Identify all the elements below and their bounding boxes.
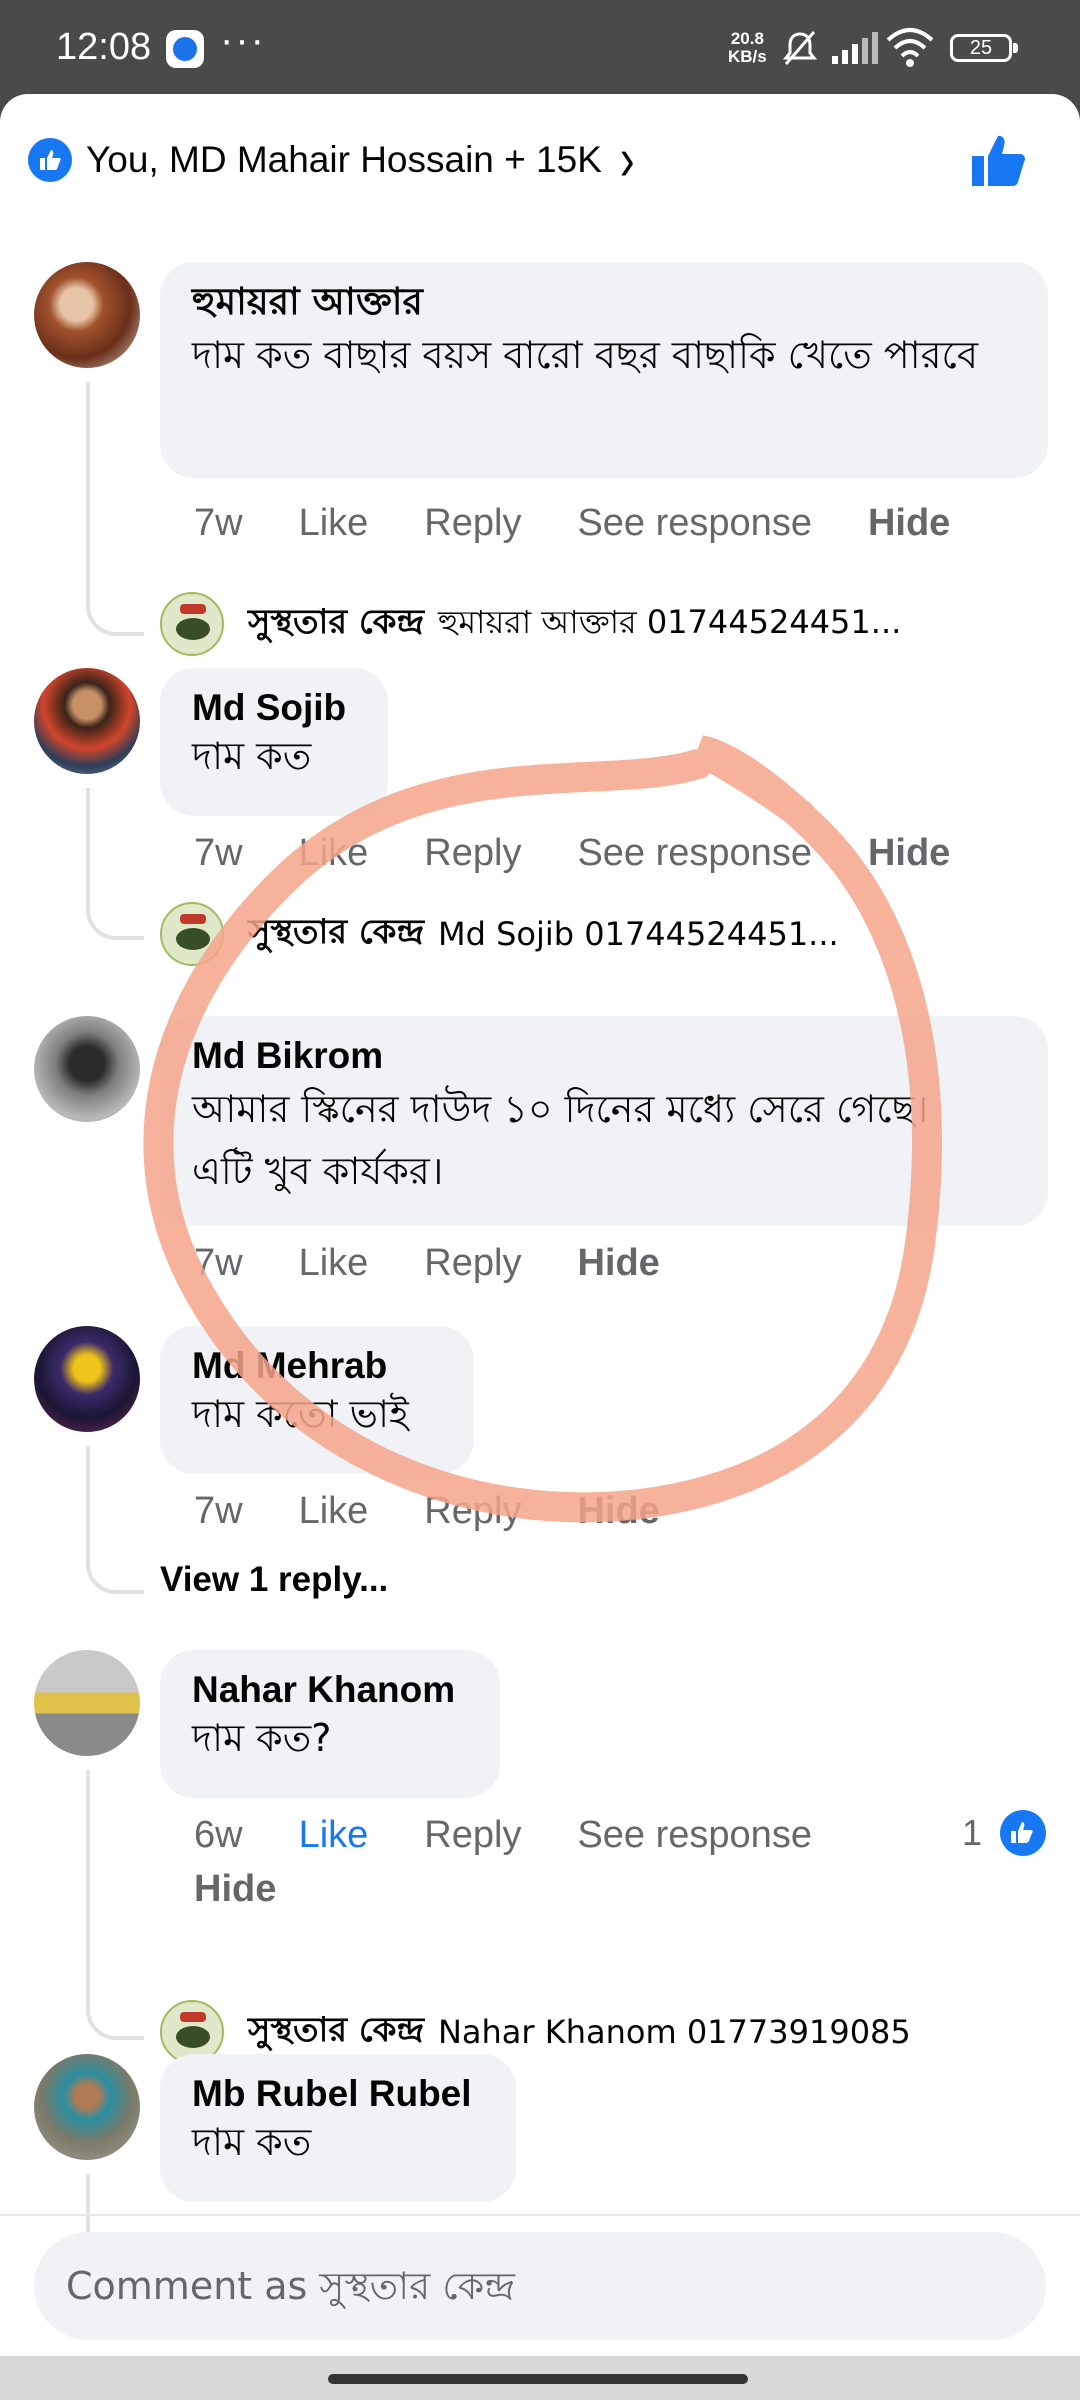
status-bar: 12:08 ··· 20.8 KB/s 25: [0, 0, 1080, 92]
hide-button[interactable]: Hide: [577, 1242, 659, 1285]
comment-author[interactable]: Md Bikrom: [192, 1034, 1016, 1078]
avatar[interactable]: [34, 262, 140, 368]
comment-bubble[interactable]: হুমায়রা আক্তার দাম কত বাছার বয়স বারো ব…: [160, 262, 1048, 478]
hide-button[interactable]: Hide: [577, 1490, 659, 1533]
like-reaction-icon: [1000, 1810, 1046, 1856]
comment-time: 6w: [194, 1814, 243, 1856]
home-gesture-bar[interactable]: [328, 2374, 748, 2384]
comment-like-count[interactable]: 1: [962, 1810, 1046, 1856]
page-reply-name: সুস্থতার কেন্দ্র: [248, 2009, 424, 2050]
composer-divider: [0, 2214, 1080, 2216]
comment-actions: 7w Like Reply See response Hide: [194, 502, 1006, 545]
network-speed: 20.8 KB/s: [728, 30, 767, 66]
thread-connector: [86, 2174, 90, 2234]
comment-bubble[interactable]: Md Sojib দাম কত: [160, 668, 388, 816]
chevron-right-icon: ›: [619, 125, 635, 194]
comment-bubble[interactable]: Md Mehrab দাম কতো ভাই: [160, 1326, 474, 1474]
comment-text: দাম কত বাছার বয়স বারো বছর বাছাকি খেতে প…: [192, 333, 978, 377]
comment-time: 7w: [194, 1242, 243, 1284]
comment-actions-overflow: Hide: [194, 1868, 332, 1911]
page-avatar: [160, 592, 224, 656]
view-replies-link[interactable]: View 1 reply...: [160, 1560, 388, 1600]
like-button[interactable]: Like: [299, 1814, 369, 1857]
comment-time: 7w: [194, 1490, 243, 1532]
like-count-value: 1: [961, 1812, 982, 1853]
page-reply-name: সুস্থতার কেন্দ্র: [248, 601, 424, 642]
see-response-button[interactable]: See response: [577, 502, 812, 545]
comment-author[interactable]: Mb Rubel Rubel: [192, 2072, 484, 2116]
comment-text: দাম কত?: [192, 1716, 332, 1760]
comment-author[interactable]: Md Sojib: [192, 686, 356, 730]
reactions-text: You, MD Mahair Hossain + 15K: [86, 139, 602, 180]
like-button[interactable]: Like: [299, 1490, 369, 1533]
thread-connector: [86, 1770, 144, 2040]
like-button[interactable]: Like: [299, 502, 369, 545]
comment-text: দাম কত: [192, 2120, 312, 2164]
avatar[interactable]: [34, 1326, 140, 1432]
comment-actions: 7w Like Reply Hide: [194, 1490, 716, 1533]
comment-actions: 7w Like Reply See response Hide: [194, 832, 1006, 875]
signal-icon: [832, 32, 878, 64]
reply-button[interactable]: Reply: [424, 502, 521, 545]
comment-author[interactable]: Md Mehrab: [192, 1344, 442, 1388]
hide-button[interactable]: Hide: [194, 1868, 276, 1911]
like-button[interactable]: Like: [299, 832, 369, 875]
like-button[interactable]: Like: [299, 1242, 369, 1285]
avatar[interactable]: [34, 668, 140, 774]
comment-bubble[interactable]: Nahar Khanom দাম কত?: [160, 1650, 500, 1798]
page-avatar: [160, 902, 224, 966]
comment-author[interactable]: Nahar Khanom: [192, 1668, 468, 1712]
thread-connector: [86, 382, 144, 636]
avatar[interactable]: [34, 2054, 140, 2160]
comment-bubble[interactable]: Mb Rubel Rubel দাম কত: [160, 2054, 516, 2202]
wifi-icon: [886, 28, 934, 67]
page-reply-text: হুমায়রা আক্তার 01744524451...: [437, 603, 902, 641]
comment-bubble[interactable]: Md Bikrom আমার স্কিনের দাউদ ১০ দিনের মধ্…: [160, 1016, 1048, 1226]
comment-actions: 7w Like Reply Hide: [194, 1242, 716, 1285]
comment-text: আমার স্কিনের দাউদ ১০ দিনের মধ্যে সেরে গে…: [192, 1087, 929, 1193]
comment-author[interactable]: হুমায়রা আক্তার: [192, 280, 1016, 324]
status-time: 12:08: [56, 26, 152, 68]
messenger-notification-icon: [166, 30, 204, 68]
hide-button[interactable]: Hide: [868, 832, 950, 875]
comment-time: 7w: [194, 832, 243, 874]
page-reply-name: সুস্থতার কেন্দ্র: [248, 911, 424, 952]
comment-time: 7w: [194, 502, 243, 544]
comment-text: দাম কতো ভাই: [192, 1392, 409, 1436]
page-reply-text: Md Sojib 01744524451...: [437, 915, 839, 953]
reactions-summary[interactable]: You, MD Mahair Hossain + 15K ›: [28, 125, 635, 194]
comment-text: দাম কত: [192, 734, 312, 778]
comment-actions: 6w Like Reply See response: [194, 1814, 868, 1857]
reply-button[interactable]: Reply: [424, 1242, 521, 1285]
network-speed-value: 20.8: [730, 29, 764, 48]
like-reaction-icon: [28, 138, 72, 182]
like-thumb-icon[interactable]: [968, 130, 1028, 190]
page-reply[interactable]: সুস্থতার কেন্দ্র হুমায়রা আক্তার 0174452…: [160, 592, 901, 656]
mute-bell-icon: [782, 31, 818, 65]
thread-connector: [86, 788, 144, 940]
network-speed-unit: KB/s: [728, 47, 767, 66]
system-nav-bar: [0, 2356, 1080, 2400]
reply-button[interactable]: Reply: [424, 832, 521, 875]
reply-button[interactable]: Reply: [424, 1490, 521, 1533]
comments-sheet: You, MD Mahair Hossain + 15K › হুমায়রা …: [0, 94, 1080, 2356]
avatar[interactable]: [34, 1650, 140, 1756]
page-reply[interactable]: সুস্থতার কেন্দ্র Md Sojib 01744524451...: [160, 902, 839, 966]
more-notifications-icon: ···: [220, 18, 266, 62]
comment-input[interactable]: Comment as সুস্থতার কেন্দ্র: [34, 2232, 1046, 2340]
see-response-button[interactable]: See response: [577, 1814, 812, 1857]
reply-button[interactable]: Reply: [424, 1814, 521, 1857]
see-response-button[interactable]: See response: [577, 832, 812, 875]
thread-connector: [86, 1446, 144, 1594]
battery-icon: 25: [950, 34, 1018, 62]
hide-button[interactable]: Hide: [868, 502, 950, 545]
page-reply-text: Nahar Khanom 01773919085: [437, 2013, 911, 2051]
avatar[interactable]: [34, 1016, 140, 1122]
